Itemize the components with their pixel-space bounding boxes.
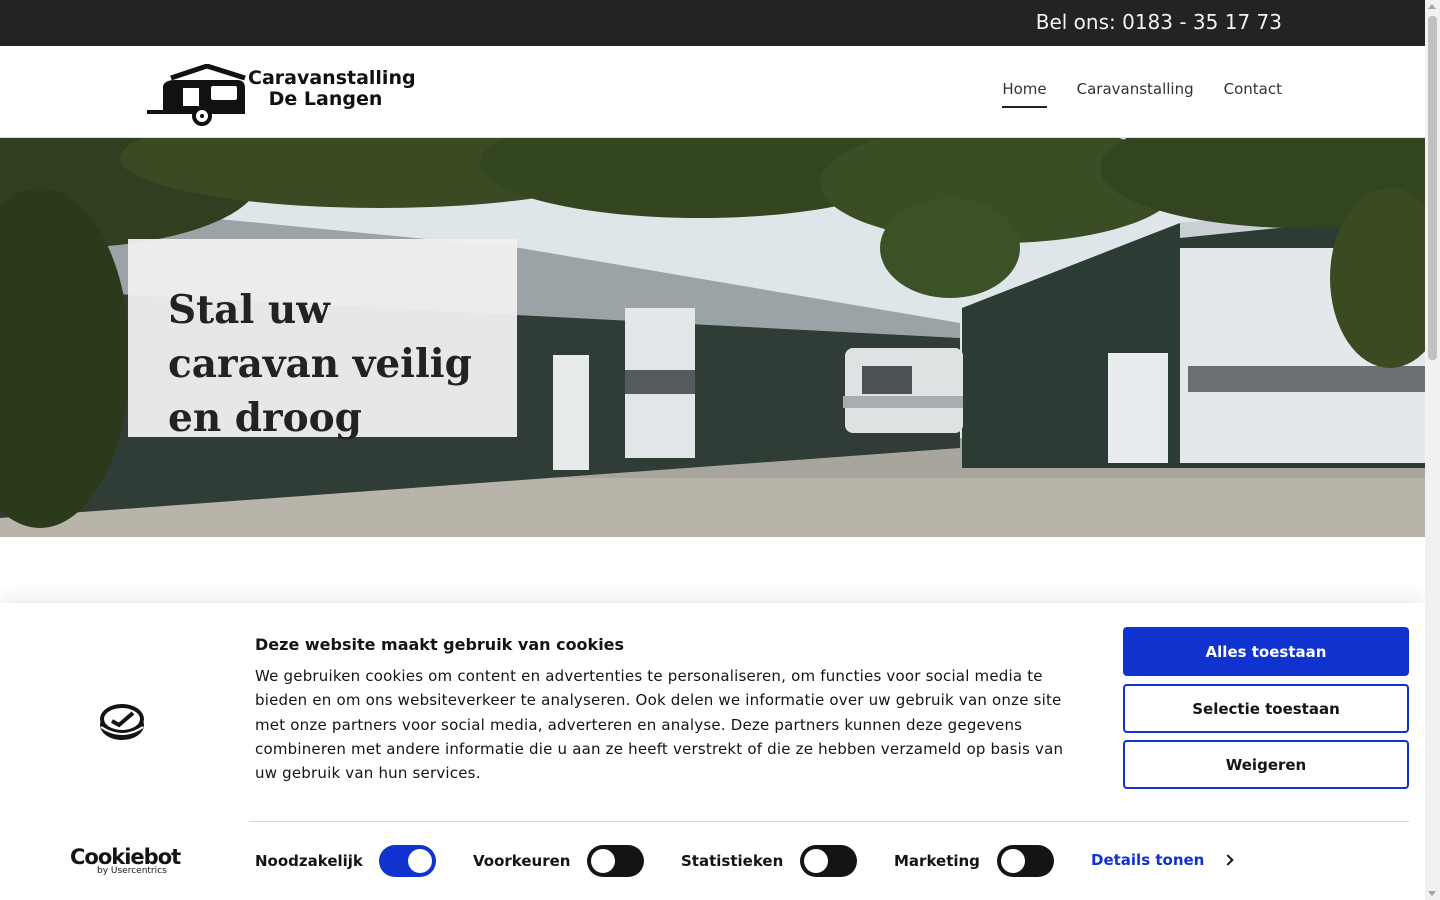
toggle-label-necessary: Noodzakelijk (255, 852, 363, 870)
cookie-description: We gebruiken cookies om content en adver… (255, 667, 1064, 783)
page-scrollbar[interactable] (1425, 0, 1440, 900)
main-nav: Home Caravanstalling Contact (1002, 80, 1282, 108)
toggle-label-statistics: Statistieken (681, 852, 784, 870)
nav-item-contact[interactable]: Contact (1224, 80, 1282, 108)
nav-item-caravanstalling[interactable]: Caravanstalling (1077, 80, 1194, 108)
brand-sub: by Usercentrics (97, 866, 167, 876)
caravan-logo-icon (147, 63, 246, 126)
details-link[interactable]: Details tonen (1091, 851, 1235, 869)
deny-button[interactable]: Weigeren (1123, 740, 1409, 789)
cookiebot-brand[interactable]: Cookiebot by Usercentrics (70, 845, 181, 876)
toggle-label-marketing: Marketing (894, 852, 980, 870)
cookie-banner: Deze website maakt gebruik van cookies W… (0, 603, 1425, 900)
details-link-label: Details tonen (1091, 851, 1205, 869)
hero-text-box: Stal uw caravan veilig en droog (128, 239, 517, 441)
toggle-marketing: Marketing (894, 844, 980, 878)
switch-knob (804, 849, 828, 873)
top-bar: Bel ons: 0183 - 35 17 73 (0, 0, 1425, 46)
cookiebot-logo-icon (100, 704, 144, 740)
switch-knob (591, 849, 615, 873)
hero-title: Stal uw caravan veilig en droog (168, 287, 472, 441)
necessary-switch[interactable] (379, 845, 436, 877)
site-header: Caravanstalling De Langen Home Caravanst… (0, 46, 1425, 138)
logo-line-2: De Langen (268, 88, 383, 110)
toggle-preferences: Voorkeuren (473, 844, 570, 878)
phone-number[interactable]: Bel ons: 0183 - 35 17 73 (1036, 10, 1282, 34)
site-logo[interactable]: Caravanstalling De Langen (145, 63, 416, 126)
allow-selection-button[interactable]: Selectie toestaan (1123, 684, 1409, 733)
toggle-statistics: Statistieken (681, 844, 783, 878)
toggle-necessary: Noodzakelijk (255, 844, 363, 878)
logo-line-1: Caravanstalling (248, 67, 416, 89)
scrollbar-thumb[interactable] (1428, 16, 1437, 360)
marketing-switch[interactable] (997, 845, 1054, 877)
allow-all-button[interactable]: Alles toestaan (1123, 627, 1409, 676)
statistics-switch[interactable] (800, 845, 857, 877)
scroll-down-arrow-icon[interactable] (1428, 891, 1436, 896)
nav-item-home[interactable]: Home (1002, 80, 1047, 108)
switch-knob (408, 849, 432, 873)
divider (249, 821, 1409, 822)
preferences-switch[interactable] (587, 845, 644, 877)
hero-section: Stal uw caravan veilig en droog (0, 138, 1425, 537)
cookie-title: Deze website maakt gebruik van cookies (255, 635, 625, 654)
toggle-label-preferences: Voorkeuren (473, 852, 571, 870)
switch-knob (1001, 849, 1025, 873)
scroll-up-arrow-icon[interactable] (1428, 4, 1436, 9)
chevron-right-icon (1222, 854, 1235, 866)
